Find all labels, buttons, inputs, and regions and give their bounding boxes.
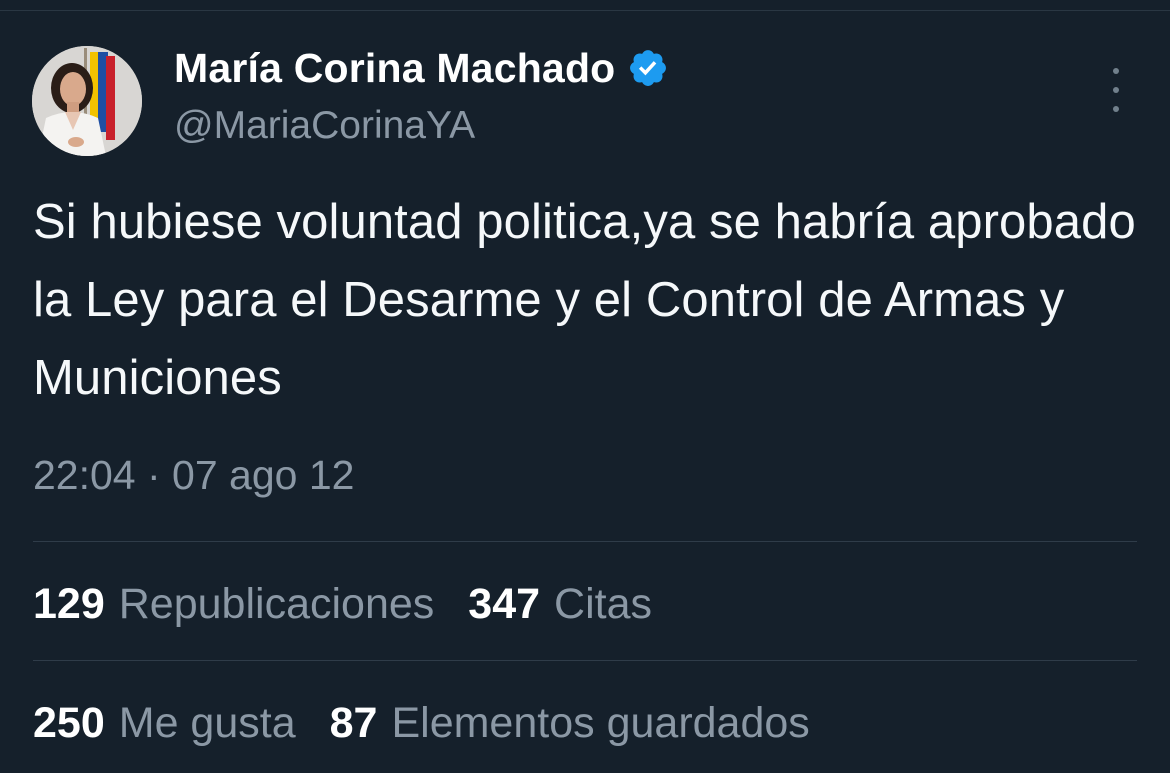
tweet-timestamp[interactable]: 22:04 · 07 ago 12 xyxy=(33,452,354,499)
reposts-count: 129 xyxy=(33,579,105,628)
more-options-icon[interactable] xyxy=(1106,68,1126,112)
author-handle[interactable]: @MariaCorinaYA xyxy=(174,104,475,148)
bookmarks-stat[interactable]: 87 Elementos guardados xyxy=(330,699,810,748)
likes-stat[interactable]: 250 Me gusta xyxy=(33,699,296,748)
reposts-label: Republicaciones xyxy=(118,579,435,628)
verified-badge-icon[interactable] xyxy=(627,47,669,89)
bookmarks-label: Elementos guardados xyxy=(391,698,810,747)
engagement-stats-row: 250 Me gusta 87 Elementos guardados xyxy=(33,695,844,751)
more-dot xyxy=(1113,87,1119,93)
likes-count: 250 xyxy=(33,698,105,747)
profile-photo-image xyxy=(32,46,142,156)
quotes-stat[interactable]: 347 Citas xyxy=(468,580,652,629)
top-divider xyxy=(0,10,1170,11)
reposts-stat[interactable]: 129 Republicaciones xyxy=(33,580,434,629)
author-display-name[interactable]: María Corina Machado xyxy=(174,45,615,92)
avatar[interactable] xyxy=(32,46,142,156)
tweet-header: María Corina Machado @MariaCorinaYA xyxy=(32,42,1138,160)
quotes-count: 347 xyxy=(468,579,541,628)
divider xyxy=(33,660,1137,661)
engagement-stats-row: 129 Republicaciones 347 Citas xyxy=(33,576,686,632)
tweet-text: Si hubiese voluntad politica,ya se habrí… xyxy=(33,195,1136,405)
author-name-row: María Corina Machado xyxy=(174,42,669,94)
quotes-label: Citas xyxy=(554,579,652,628)
more-dot xyxy=(1113,68,1119,74)
likes-label: Me gusta xyxy=(118,698,296,747)
divider xyxy=(33,541,1137,542)
bookmarks-count: 87 xyxy=(329,698,378,747)
more-dot xyxy=(1113,106,1119,112)
